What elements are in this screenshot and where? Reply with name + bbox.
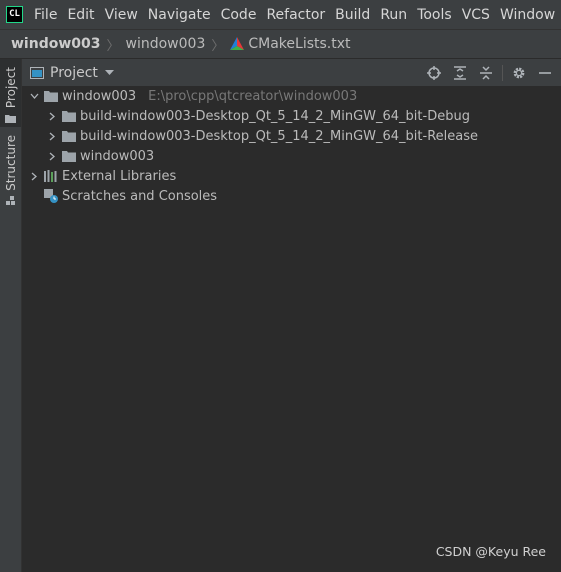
menu-bar: CL File Edit View Navigate Code Refactor… <box>0 0 561 29</box>
project-window-icon <box>30 66 44 79</box>
tree-row-root[interactable]: window003 E:\pro\cpp\qtcreator\window003 <box>22 86 561 106</box>
menu-refactor[interactable]: Refactor <box>261 7 330 23</box>
tab-project[interactable]: Project <box>0 59 21 127</box>
breadcrumb-project[interactable]: window003 <box>11 36 101 52</box>
chevron-down-icon[interactable] <box>104 69 114 76</box>
chevron-right-icon[interactable] <box>28 170 40 182</box>
tree-item-label: External Libraries <box>62 168 177 184</box>
menu-window[interactable]: Window <box>495 7 560 23</box>
minimize-icon[interactable] <box>535 63 555 83</box>
menu-run[interactable]: Run <box>375 7 412 23</box>
menu-vcs[interactable]: VCS <box>457 7 495 23</box>
tree-item-label: Scratches and Consoles <box>62 188 218 204</box>
breadcrumb-file[interactable]: CMakeLists.txt <box>248 36 350 52</box>
menu-file[interactable]: File <box>29 7 62 23</box>
menu-navigate[interactable]: Navigate <box>143 7 216 23</box>
library-icon <box>44 170 57 182</box>
folder-icon <box>62 111 76 122</box>
breadcrumb-separator-icon: 〉 <box>211 38 225 54</box>
chevron-right-icon[interactable] <box>46 110 58 122</box>
chevron-right-icon[interactable] <box>46 150 58 162</box>
breadcrumb-folder[interactable]: window003 <box>126 36 206 52</box>
chevron-right-icon[interactable] <box>46 130 58 142</box>
tree-row-folder[interactable]: window003 <box>22 146 561 166</box>
tree-row-folder[interactable]: build-window003-Desktop_Qt_5_14_2_MinGW_… <box>22 106 561 126</box>
watermark: CSDN @Keyu Ree <box>435 544 546 559</box>
expand-all-icon[interactable] <box>450 63 470 83</box>
gear-icon[interactable] <box>509 63 529 83</box>
toolbar-divider <box>502 65 503 81</box>
structure-icon <box>5 195 15 205</box>
tree-root-name: window003 <box>62 88 137 104</box>
clion-logo-icon[interactable]: CL <box>6 6 23 23</box>
tab-project-label: Project <box>3 67 18 109</box>
tree-row-external-libraries[interactable]: External Libraries <box>22 166 561 186</box>
collapse-all-icon[interactable] <box>476 63 496 83</box>
tree-item-label: build-window003-Desktop_Qt_5_14_2_MinGW_… <box>80 128 478 144</box>
tab-structure[interactable]: Structure <box>0 135 21 205</box>
tree-item-label: build-window003-Desktop_Qt_5_14_2_MinGW_… <box>80 108 470 124</box>
cmake-icon <box>230 37 245 50</box>
project-panel-title[interactable]: Project <box>50 65 98 81</box>
tree-row-scratches[interactable]: Scratches and Consoles <box>22 186 561 206</box>
menu-build[interactable]: Build <box>330 7 375 23</box>
breadcrumb-separator-icon: 〉 <box>106 38 120 54</box>
left-tool-strip: Project Structure <box>0 59 22 572</box>
scratches-icon <box>44 189 58 203</box>
folder-icon <box>62 151 76 162</box>
breadcrumb: window003 〉 window003 〉 CMakeLists.txt <box>0 29 561 59</box>
tree-root-path: E:\pro\cpp\qtcreator\window003 <box>148 88 358 104</box>
menu-edit[interactable]: Edit <box>62 7 99 23</box>
menu-code[interactable]: Code <box>216 7 262 23</box>
folder-icon <box>62 131 76 142</box>
expand-arrow-icon[interactable] <box>28 90 40 102</box>
folder-icon <box>44 91 58 102</box>
locate-icon[interactable] <box>424 63 444 83</box>
tree-row-folder[interactable]: build-window003-Desktop_Qt_5_14_2_MinGW_… <box>22 126 561 146</box>
menu-view[interactable]: View <box>100 7 143 23</box>
tab-structure-label: Structure <box>3 135 18 191</box>
tree-item-label: window003 <box>80 148 155 164</box>
menu-tools[interactable]: Tools <box>412 7 457 23</box>
project-header-toolbar <box>418 63 555 83</box>
project-tree: window003 E:\pro\cpp\qtcreator\window003… <box>22 86 561 206</box>
project-panel-header: Project <box>22 59 561 86</box>
folder-icon <box>5 115 16 124</box>
